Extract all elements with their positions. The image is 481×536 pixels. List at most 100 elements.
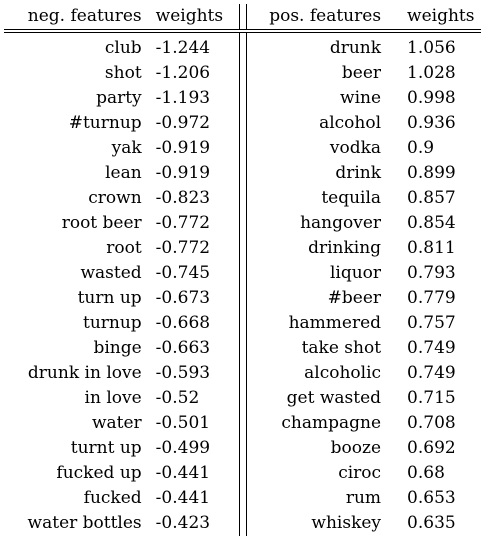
pos-weight-cell: 0.749 (407, 363, 456, 383)
neg-feature-cell: drunk in love (27, 363, 142, 383)
neg-weight-cell: -0.441 (155, 488, 211, 508)
pos-feature-cell: #beer (327, 288, 382, 308)
pos-feature-cell: wine (340, 88, 382, 108)
pos-feature-cell: liquor (329, 263, 382, 283)
pos-weight-cell: 0.793 (407, 263, 456, 283)
column-divider (239, 361, 248, 386)
pos-features-header: pos. features (269, 6, 382, 26)
pos-weight-cell: 0.749 (407, 338, 456, 358)
neg-weight-cell: -0.663 (155, 338, 211, 358)
table-row: drunk in love -0.593 alcoholic 0.749 (4, 361, 481, 386)
column-divider (239, 286, 248, 311)
neg-weight-cell: -1.193 (155, 88, 211, 108)
column-divider (239, 261, 248, 286)
pos-feature-cell: beer (341, 63, 382, 83)
table-row: binge -0.663 take shot 0.749 (4, 336, 481, 361)
pos-feature-cell: drunk (329, 38, 382, 58)
column-divider (239, 61, 248, 86)
pos-weight-cell: 0.653 (407, 488, 456, 508)
column-divider (239, 4, 248, 31)
header-row: neg. features weights pos. features weig… (4, 4, 481, 31)
pos-feature-cell: drink (335, 163, 382, 183)
neg-feature-cell: club (104, 38, 142, 58)
neg-weight-cell: -0.441 (155, 463, 211, 483)
table-row: turn up -0.673 #beer 0.779 (4, 286, 481, 311)
table-row: party -1.193 wine 0.998 (4, 86, 481, 111)
neg-weight-cell: -0.823 (155, 188, 211, 208)
neg-feature-cell: turnup (82, 313, 142, 333)
neg-feature-cell: #turnup (68, 113, 142, 133)
pos-feature-cell: alcohol (319, 113, 382, 133)
column-divider (239, 411, 248, 436)
table-body: club -1.244 drunk 1.056 shot -1.206 beer 1.028 p… (4, 31, 481, 536)
pos-weight-cell: 0.9 (407, 138, 435, 158)
neg-weights-header: weights (155, 6, 224, 26)
pos-weight-cell: 0.68 (407, 463, 445, 483)
neg-weight-cell: -0.593 (155, 363, 211, 383)
column-divider (239, 236, 248, 261)
table-header: neg. features weights pos. features weig… (4, 4, 481, 31)
pos-weight-cell: 0.936 (407, 113, 456, 133)
pos-feature-cell: vodka (329, 138, 382, 158)
neg-feature-cell: crown (88, 188, 142, 208)
table-row: yak -0.919 vodka 0.9 (4, 136, 481, 161)
neg-feature-cell: party (96, 88, 142, 108)
pos-feature-cell: take shot (301, 338, 382, 358)
neg-feature-cell: fucked (83, 488, 142, 508)
neg-feature-cell: water bottles (27, 513, 142, 533)
pos-feature-cell: drinking (308, 238, 382, 258)
neg-feature-cell: turn up (77, 288, 142, 308)
neg-weight-cell: -0.501 (155, 413, 211, 433)
table-row: fucked -0.441 rum 0.653 (4, 486, 481, 511)
table-row: turnup -0.668 hammered 0.757 (4, 311, 481, 336)
neg-weight-cell: -1.206 (155, 63, 211, 83)
neg-weight-cell: -0.772 (155, 213, 211, 233)
pos-weight-cell: 0.998 (407, 88, 456, 108)
pos-feature-cell: champagne (281, 413, 382, 433)
neg-features-header: neg. features (27, 6, 142, 26)
pos-feature-cell: hammered (288, 313, 382, 333)
pos-weights-header: weights (407, 6, 475, 26)
neg-weight-cell: -0.919 (155, 163, 211, 183)
neg-weight-cell: -0.673 (155, 288, 211, 308)
page: neg. features weights pos. features weig… (0, 0, 481, 536)
column-divider (239, 311, 248, 336)
neg-weight-cell: -1.244 (155, 38, 211, 58)
column-divider (239, 86, 248, 111)
neg-feature-cell: water (91, 413, 142, 433)
neg-feature-cell: turnt up (70, 438, 142, 458)
column-divider (239, 336, 248, 361)
pos-weight-cell: 0.857 (407, 188, 456, 208)
column-divider (239, 31, 248, 61)
neg-weight-cell: -0.52 (155, 388, 200, 408)
neg-weight-cell: -0.919 (155, 138, 211, 158)
neg-feature-cell: binge (93, 338, 142, 358)
pos-weight-cell: 0.779 (407, 288, 456, 308)
pos-weight-cell: 0.811 (407, 238, 456, 258)
neg-weight-cell: -0.972 (155, 113, 211, 133)
column-divider (239, 161, 248, 186)
pos-weight-cell: 1.056 (407, 38, 456, 58)
pos-weight-cell: 0.899 (407, 163, 456, 183)
table-row: in love -0.52 get wasted 0.715 (4, 386, 481, 411)
table-row: fucked up -0.441 ciroc 0.68 (4, 461, 481, 486)
column-divider (239, 461, 248, 486)
neg-weight-cell: -0.772 (155, 238, 211, 258)
pos-feature-cell: whiskey (311, 513, 382, 533)
table-row: shot -1.206 beer 1.028 (4, 61, 481, 86)
feature-weights-table: neg. features weights pos. features weig… (4, 4, 481, 536)
neg-weight-cell: -0.668 (155, 313, 211, 333)
pos-weight-cell: 0.692 (407, 438, 456, 458)
table-row: club -1.244 drunk 1.056 (4, 31, 481, 61)
table-row: water bottles -0.423 whiskey 0.635 (4, 511, 481, 536)
table-row: #turnup -0.972 alcohol 0.936 (4, 111, 481, 136)
column-divider (239, 511, 248, 536)
neg-weight-cell: -0.745 (155, 263, 211, 283)
neg-feature-cell: root beer (61, 213, 142, 233)
pos-weight-cell: 0.854 (407, 213, 456, 233)
pos-weight-cell: 0.757 (407, 313, 456, 333)
table-row: lean -0.919 drink 0.899 (4, 161, 481, 186)
table-row: root beer -0.772 hangover 0.854 (4, 211, 481, 236)
table-row: wasted -0.745 liquor 0.793 (4, 261, 481, 286)
neg-feature-cell: root (106, 238, 142, 258)
